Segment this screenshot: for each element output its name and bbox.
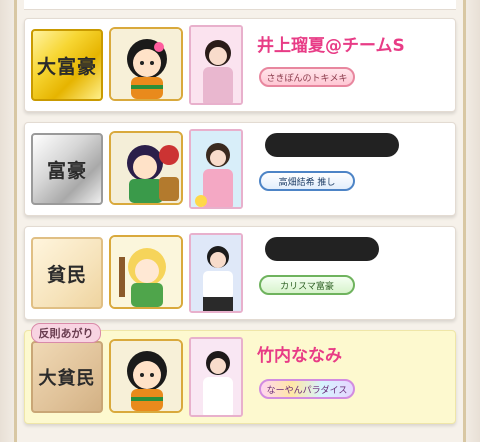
left-margin: [0, 0, 14, 442]
chibi-avatar-icon: [109, 235, 183, 309]
player-name: 井上瑠夏@チームS: [257, 36, 405, 56]
rank-badge-daihinmin: 大貧民: [31, 341, 103, 413]
chibi-avatar-icon: [109, 339, 183, 413]
redacted-name: [265, 237, 379, 261]
result-row-1[interactable]: 大富豪 井上瑠夏@チームS さきぽんのトキメキ: [24, 18, 456, 112]
result-row-2[interactable]: 富豪 高畑結希 推し: [24, 122, 456, 216]
right-margin: [466, 0, 480, 442]
chibi-avatar-icon: [109, 131, 183, 205]
title-badge[interactable]: なーやんパラダイス: [259, 379, 355, 399]
member-photo-card: [189, 129, 243, 209]
rank-badge-daifugo: 大富豪: [31, 29, 103, 101]
chibi-avatar-icon: [109, 27, 183, 101]
result-row-4[interactable]: 大貧民 反則あがり 竹内ななみ なーやんパラダイス: [24, 323, 456, 424]
title-badge[interactable]: 高畑結希 推し: [259, 171, 355, 191]
member-photo-card: [189, 337, 243, 417]
title-badge[interactable]: カリスマ富豪: [259, 275, 355, 295]
member-photo-card: [189, 233, 243, 313]
member-photo-card: [189, 25, 243, 105]
previous-row-edge: [24, 0, 456, 10]
redacted-name: [265, 133, 399, 157]
result-row-3[interactable]: 貧民 カリスマ富豪: [24, 226, 456, 320]
rank-badge-fugo: 富豪: [31, 133, 103, 205]
player-name: 竹内ななみ: [257, 346, 342, 366]
title-badge[interactable]: さきぽんのトキメキ: [259, 67, 355, 87]
rank-badge-hinmin: 貧民: [31, 237, 103, 309]
foul-finish-tag: 反則あがり: [31, 323, 101, 343]
